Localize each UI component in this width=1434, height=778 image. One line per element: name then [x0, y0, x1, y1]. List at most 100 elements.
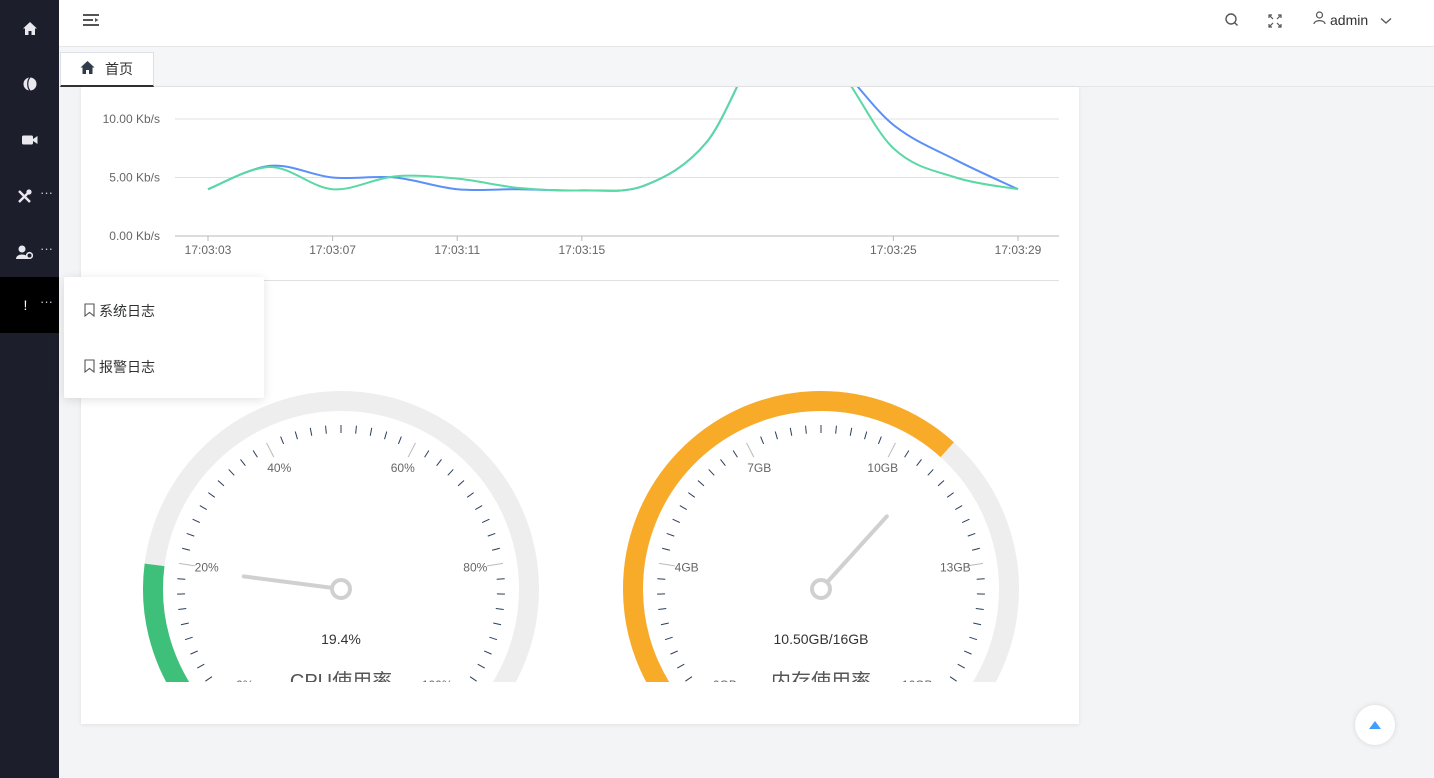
gauge-tick: [190, 650, 199, 655]
user-name: admin: [1330, 11, 1369, 28]
gauge-tick-label: 16GB: [902, 678, 933, 682]
gauge-tick: [197, 663, 205, 669]
gauge-tick: [355, 425, 357, 434]
sidebar-item-globe[interactable]: [0, 56, 59, 112]
memory-gauge: 0GB 4GB 7GB 10GB 13GB 16GB 10.50GB/16GB 内存使用率: [623, 391, 1019, 682]
gauge-tick-label: 0GB: [713, 678, 737, 682]
gauge-tick: [697, 480, 705, 487]
gauge-tick-label: 60%: [391, 461, 415, 475]
gauge-tick: [660, 622, 669, 626]
gauge-tick: [228, 469, 235, 476]
x-tick-label: 17:03:25: [870, 243, 917, 257]
gauge-tick: [946, 492, 954, 498]
gauge-tick: [469, 676, 477, 682]
tab-home[interactable]: 首页: [60, 52, 154, 87]
gauge-tick: [496, 578, 505, 580]
sidebar-item-video[interactable]: [0, 112, 59, 168]
gauge-tick: [325, 425, 327, 434]
globe-icon: [23, 77, 37, 91]
home-icon: [22, 21, 38, 36]
gauge-title: 内存使用率: [771, 670, 871, 682]
gauge-tick: [184, 636, 193, 641]
sidebar-item-tools[interactable]: ···: [0, 168, 59, 224]
gauge-tick: [805, 425, 807, 434]
gauge-major-tick: [266, 442, 275, 458]
gauge-tick: [666, 532, 675, 537]
gauge-tick: [961, 518, 970, 524]
gauge-needle: [241, 574, 343, 591]
more-dots: ···: [40, 294, 53, 309]
gauge-tick: [477, 663, 485, 669]
gauge-title: CPU使用率: [290, 670, 392, 682]
search-icon[interactable]: [1224, 12, 1240, 33]
gauge-tick: [679, 505, 687, 511]
gauge-tick: [424, 450, 430, 458]
alert-submenu: 系统日志 报警日志: [64, 277, 264, 398]
gauge-tick: [658, 608, 667, 611]
gauge-tick: [483, 650, 492, 655]
gauge-tick: [760, 436, 765, 445]
gauge-tick: [487, 532, 496, 537]
gauge-tick: [495, 608, 504, 611]
chevron-down-icon: [1380, 12, 1392, 28]
tools-icon: [17, 188, 32, 204]
gauge-tick: [493, 622, 502, 626]
gauge-major-tick: [487, 562, 504, 567]
gauge-needle-hub: [330, 578, 352, 600]
gauge-tick: [971, 547, 980, 551]
sidebar-item-alert[interactable]: ! ···: [0, 277, 59, 333]
gauge-major-tick: [746, 442, 755, 458]
y-tick-label: 5.00 Kb/s: [109, 171, 160, 185]
gauge-tick: [849, 427, 853, 436]
gauge-tick: [192, 518, 201, 524]
gauge-tick: [657, 578, 666, 580]
gauge-tick: [949, 676, 957, 682]
gauge-tick: [447, 469, 454, 476]
fullscreen-icon[interactable]: [1268, 14, 1282, 33]
more-dots: ···: [40, 241, 53, 256]
video-camera-icon: [21, 134, 38, 146]
back-to-top-button[interactable]: [1355, 705, 1395, 745]
gauge-tick: [475, 505, 483, 511]
gauge-tick: [182, 547, 191, 551]
submenu-label: 系统日志: [99, 303, 155, 319]
gauge-tick: [208, 492, 216, 498]
submenu-item-alarm-log[interactable]: 报警日志: [84, 357, 155, 377]
gauge-tick: [491, 547, 500, 551]
gauge-tick: [937, 480, 945, 487]
series-line: [207, 87, 1019, 192]
tab-bar: 首页: [59, 47, 1434, 87]
gauge-tick: [664, 636, 673, 641]
tab-label: 首页: [105, 61, 133, 77]
user-menu[interactable]: admin: [1313, 11, 1392, 28]
y-tick-label: 10.00 Kb/s: [103, 112, 160, 126]
gauge-tick: [976, 578, 985, 580]
dashboard-card: 0.00 Kb/s 5.00 Kb/s 10.00 Kb/s 17:03:03 17:0…: [81, 87, 1079, 724]
menu-fold-icon[interactable]: [83, 13, 99, 32]
submenu-item-system-log[interactable]: 系统日志: [84, 301, 155, 321]
gauge-major-tick: [887, 442, 896, 458]
gauge-tick: [708, 469, 715, 476]
gauge-detail: 19.4%: [321, 631, 361, 647]
sidebar-item-user-settings[interactable]: ···: [0, 224, 59, 280]
gauge-tick: [481, 518, 490, 524]
user-settings-icon: [16, 245, 33, 259]
gauge-tick: [670, 650, 679, 655]
sidebar-item-home[interactable]: [0, 0, 59, 56]
gauge-tick: [688, 492, 696, 498]
bookmark-icon: [84, 358, 95, 376]
gauge-tick: [199, 505, 207, 511]
gauge-tick: [672, 518, 681, 524]
gauge-tick: [720, 459, 726, 467]
gauge-major-tick: [178, 562, 195, 567]
gauge-tick: [186, 532, 195, 537]
y-tick-label: 0.00 Kb/s: [109, 229, 160, 243]
gauge-tick: [294, 431, 298, 440]
gauge-tick: [927, 469, 934, 476]
gauge-tick: [904, 450, 910, 458]
gauge-tick: [177, 578, 186, 580]
gauge-tick: [384, 431, 388, 440]
gauge-tick: [252, 450, 258, 458]
gauge-tick: [916, 459, 922, 467]
gauge-tick-label: 0%: [236, 678, 254, 682]
